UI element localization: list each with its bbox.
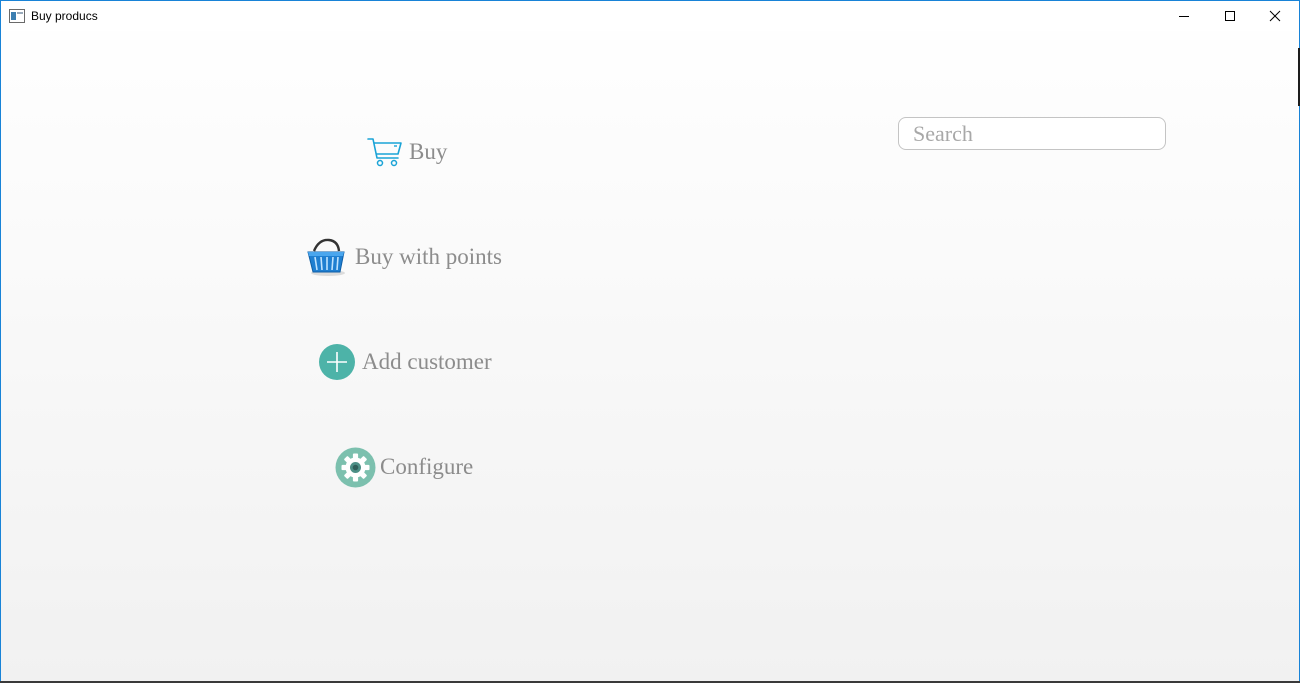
app-icon — [9, 9, 25, 23]
minimize-icon — [1178, 16, 1189, 17]
app-window: Buy producs Buy Buy with points Add cust… — [0, 0, 1300, 683]
close-icon — [1269, 10, 1280, 22]
gear-icon — [335, 447, 376, 487]
shopping-cart-icon — [367, 138, 402, 167]
search-input[interactable] — [898, 117, 1166, 150]
buy-with-points-button[interactable]: Buy with points — [305, 237, 502, 277]
configure-label: Configure — [380, 454, 474, 479]
plus-circle-icon — [319, 344, 355, 380]
window-title: Buy producs — [31, 9, 98, 23]
minimize-button[interactable] — [1161, 1, 1206, 31]
add-customer-button[interactable]: Add customer — [318, 343, 492, 381]
close-button[interactable] — [1252, 1, 1297, 31]
title-bar[interactable]: Buy producs — [1, 1, 1299, 31]
buy-button[interactable]: Buy — [367, 135, 447, 169]
maximize-button[interactable] — [1207, 1, 1252, 31]
buy-with-points-label: Buy with points — [355, 244, 502, 269]
configure-button[interactable]: Configure — [335, 447, 473, 487]
shopping-basket-icon — [307, 238, 345, 276]
add-customer-label: Add customer — [362, 349, 492, 374]
buy-label: Buy — [409, 139, 448, 164]
maximize-icon — [1224, 11, 1235, 21]
